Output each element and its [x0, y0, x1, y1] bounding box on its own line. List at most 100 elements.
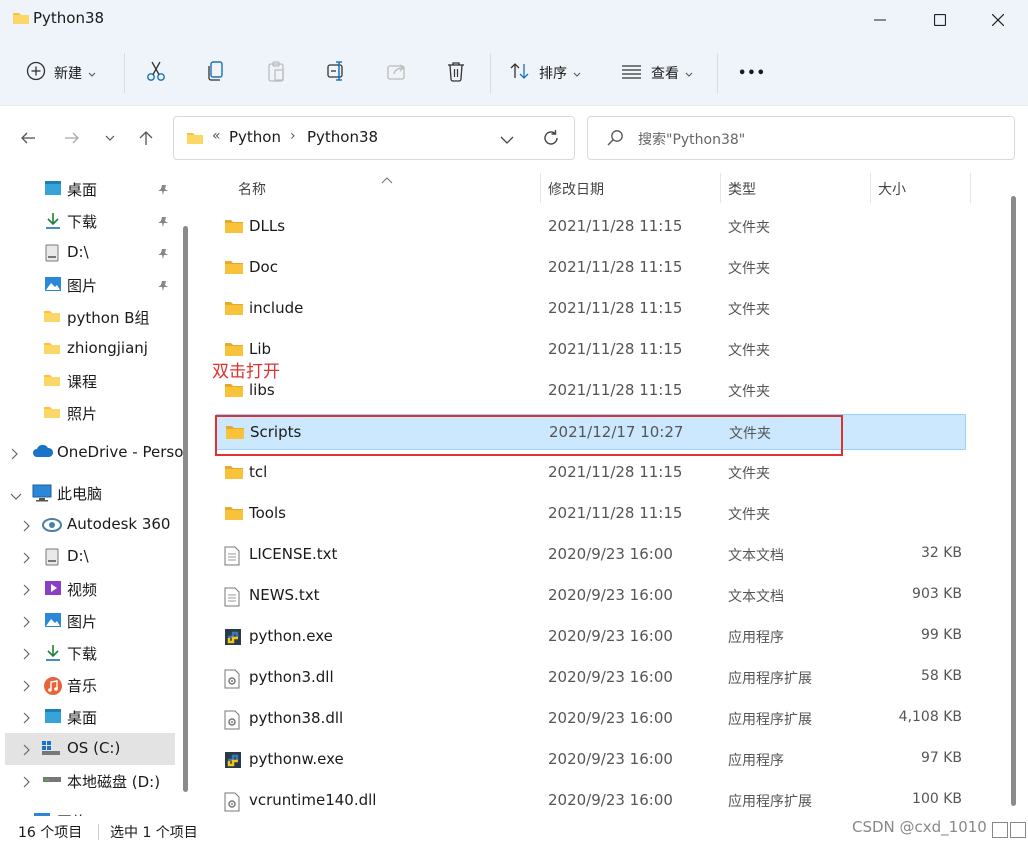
arrow-right-icon — [65, 132, 79, 144]
sidebar-item-os-c[interactable]: OS (C:) — [5, 733, 175, 765]
address-dropdown-button[interactable] — [500, 131, 514, 149]
back-button[interactable] — [16, 126, 40, 150]
toolbar-divider — [490, 53, 491, 93]
sidebar-item-drive-d[interactable]: D:\ — [0, 237, 178, 269]
file-row[interactable]: python3.dll 2020/9/23 16:00 应用程序扩展 58 KB — [216, 660, 966, 696]
sidebar-item-zhiongjianj[interactable]: zhiongjianj — [0, 333, 178, 365]
file-list-scrollbar[interactable] — [1011, 196, 1016, 806]
file-row[interactable]: tcl 2021/11/28 11:15 文件夹 — [216, 455, 966, 491]
chevron-right-icon[interactable] — [22, 550, 30, 568]
refresh-button[interactable] — [542, 129, 560, 151]
forward-button[interactable] — [60, 126, 84, 150]
file-size: 99 KB — [920, 627, 962, 643]
recent-locations-button[interactable] — [98, 126, 122, 150]
minimize-button[interactable] — [850, 0, 910, 40]
rename-button[interactable] — [326, 53, 348, 93]
cut-button[interactable] — [146, 53, 166, 93]
view-button[interactable]: 查看 — [621, 53, 693, 93]
arrow-left-icon — [21, 132, 35, 144]
sidebar-item-videos[interactable]: 视频 — [0, 573, 178, 605]
sidebar-item-python-b[interactable]: python B组 — [0, 301, 178, 333]
chevron-right-icon[interactable] — [22, 582, 30, 600]
desktop-icon — [44, 708, 62, 728]
file-row[interactable]: python38.dll 2020/9/23 16:00 应用程序扩展 4,108 K… — [216, 701, 966, 737]
chevron-right-icon[interactable] — [22, 774, 30, 792]
toolbar-divider — [717, 53, 718, 93]
maximize-button[interactable] — [910, 0, 970, 40]
new-button[interactable]: 新建 — [26, 53, 96, 93]
column-header-type[interactable]: 类型 — [721, 170, 870, 204]
file-size: 100 KB — [912, 791, 962, 807]
rename-icon — [326, 60, 348, 86]
file-size: 32 KB — [920, 545, 962, 561]
sidebar-item-this-pc[interactable]: 此电脑 — [0, 477, 178, 509]
file-row[interactable]: vcruntime140.dll 2020/9/23 16:00 应用程序扩展 100… — [216, 783, 966, 816]
share-button[interactable] — [386, 53, 408, 93]
sort-button[interactable]: 排序 — [509, 53, 581, 93]
this-pc-icon — [32, 484, 52, 506]
file-name: Lib — [249, 340, 272, 358]
folder-icon — [186, 130, 204, 150]
file-type: 文件夹 — [728, 343, 770, 359]
sidebar-item-pc-desktop[interactable]: 桌面 — [0, 701, 178, 733]
file-row[interactable]: LICENSE.txt 2020/9/23 16:00 文本文档 32 KB — [216, 537, 966, 573]
sidebar-item-pc-downloads[interactable]: 下载 — [0, 637, 178, 669]
file-row[interactable]: python.exe 2020/9/23 16:00 应用程序 99 KB — [216, 619, 966, 655]
sidebar-scrollbar[interactable] — [183, 226, 188, 792]
file-date: 2020/9/23 16:00 — [548, 545, 673, 563]
close-button[interactable] — [968, 0, 1028, 40]
sidebar-item-courses[interactable]: 课程 — [0, 365, 178, 397]
column-header-name[interactable]: 名称 — [197, 170, 540, 204]
sidebar-item-autodesk-360[interactable]: Autodesk 360 — [0, 509, 178, 541]
delete-button[interactable] — [446, 53, 466, 93]
paste-icon — [266, 60, 286, 86]
chevron-right-icon[interactable] — [22, 646, 30, 664]
sidebar-item-pictures[interactable]: 图片 — [0, 269, 178, 301]
file-name: pythonw.exe — [249, 750, 344, 768]
tiles-view-button[interactable] — [1010, 822, 1026, 838]
address-bar[interactable]: « Python › Python38 — [173, 116, 575, 160]
item-count: 16 个项目 — [18, 825, 83, 841]
chevron-down-icon[interactable] — [10, 486, 22, 504]
file-row[interactable]: Tools 2021/11/28 11:15 文件夹 — [216, 496, 966, 532]
file-row[interactable]: DLLs 2021/11/28 11:15 文件夹 — [216, 209, 966, 245]
sidebar-item-local-disk-d[interactable]: 本地磁盘 (D:) — [0, 765, 178, 797]
file-row[interactable]: libs 2021/11/28 11:15 文件夹 — [216, 373, 966, 409]
watermark: CSDN @cxd_1010 — [852, 818, 987, 836]
sidebar-item-music[interactable]: 音乐 — [0, 669, 178, 701]
search-box[interactable]: 搜索"Python38" — [587, 116, 1015, 160]
chevron-right-icon[interactable] — [22, 614, 30, 632]
download-icon — [44, 644, 62, 666]
sidebar-item-onedrive[interactable]: OneDrive - Perso — [0, 437, 183, 469]
file-row[interactable]: pythonw.exe 2020/9/23 16:00 应用程序 97 KB — [216, 742, 966, 778]
sidebar-item-photos[interactable]: 照片 — [0, 397, 178, 429]
more-options-button[interactable]: ••• — [738, 53, 766, 93]
breadcrumb-python38[interactable]: Python38 — [307, 128, 378, 146]
paste-button[interactable] — [266, 53, 286, 93]
annotation-highlight-box — [215, 415, 843, 456]
column-header-date[interactable]: 修改日期 — [541, 170, 720, 204]
file-row[interactable]: Doc 2021/11/28 11:15 文件夹 — [216, 250, 966, 286]
file-row[interactable]: NEWS.txt 2020/9/23 16:00 文本文档 903 KB — [216, 578, 966, 614]
details-view-button[interactable] — [992, 822, 1008, 838]
column-header-size[interactable]: 大小 — [871, 170, 970, 204]
sidebar-item-pc-pictures[interactable]: 图片 — [0, 605, 178, 637]
sidebar-item-desktop[interactable]: 桌面 — [0, 173, 178, 205]
copy-button[interactable] — [206, 53, 226, 93]
breadcrumb-python[interactable]: Python — [229, 128, 281, 146]
file-size: 58 KB — [920, 668, 962, 684]
file-row[interactable]: include 2021/11/28 11:15 文件夹 — [216, 291, 966, 327]
chevron-right-icon[interactable] — [22, 678, 30, 696]
up-button[interactable] — [134, 126, 158, 150]
chevron-right-icon[interactable] — [10, 446, 18, 464]
chevron-right-icon[interactable] — [22, 518, 30, 536]
chevron-right-icon[interactable] — [22, 742, 30, 760]
file-type: 文件夹 — [728, 507, 770, 523]
chevron-right-icon[interactable] — [22, 710, 30, 728]
sidebar-item-network[interactable]: 网络 — [0, 805, 178, 816]
sidebar-item-downloads[interactable]: 下载 — [0, 205, 178, 237]
file-row[interactable]: Lib 2021/11/28 11:15 文件夹 — [216, 332, 966, 368]
address-overflow[interactable]: « — [212, 128, 221, 144]
column-divider[interactable] — [970, 173, 971, 203]
sidebar-item-pc-drive-d[interactable]: D:\ — [0, 541, 178, 573]
